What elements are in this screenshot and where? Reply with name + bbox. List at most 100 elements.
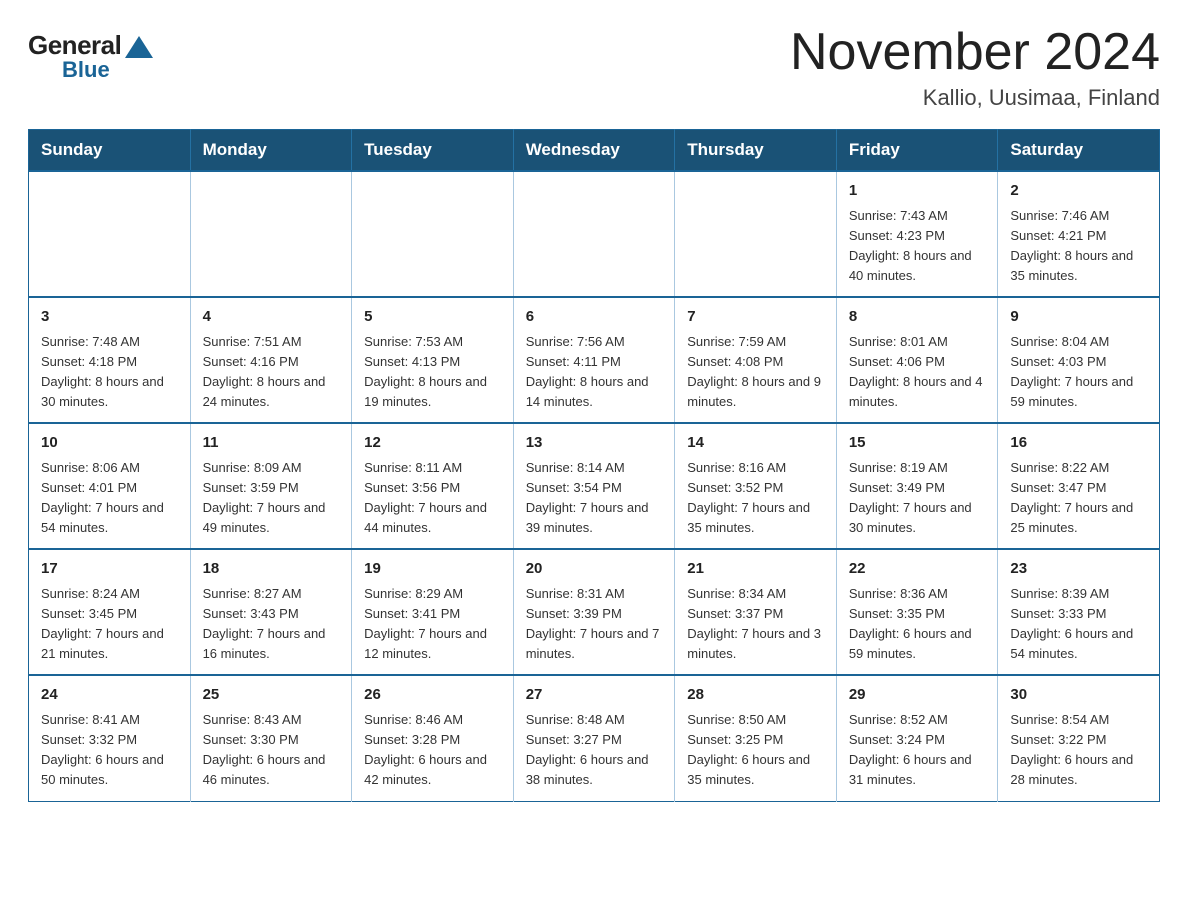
day-number: 13 — [526, 432, 665, 455]
day-info: Sunrise: 7:53 AMSunset: 4:13 PMDaylight:… — [364, 332, 503, 413]
logo: General Blue — [28, 30, 153, 83]
day-info: Sunrise: 7:59 AMSunset: 4:08 PMDaylight:… — [687, 332, 826, 413]
day-info: Sunrise: 8:43 AMSunset: 3:30 PMDaylight:… — [203, 710, 342, 791]
day-info: Sunrise: 7:48 AMSunset: 4:18 PMDaylight:… — [41, 332, 180, 413]
day-info: Sunrise: 8:36 AMSunset: 3:35 PMDaylight:… — [849, 584, 988, 665]
day-info: Sunrise: 8:16 AMSunset: 3:52 PMDaylight:… — [687, 458, 826, 539]
calendar-cell: 6 Sunrise: 7:56 AMSunset: 4:11 PMDaylight… — [513, 297, 675, 423]
day-info: Sunrise: 8:24 AMSunset: 3:45 PMDaylight:… — [41, 584, 180, 665]
calendar-week-row: 1 Sunrise: 7:43 AMSunset: 4:23 PMDaylight… — [29, 171, 1160, 297]
calendar-cell: 30 Sunrise: 8:54 AMSunset: 3:22 PMDayligh… — [998, 675, 1160, 801]
day-info: Sunrise: 8:01 AMSunset: 4:06 PMDaylight:… — [849, 332, 988, 413]
day-number: 22 — [849, 558, 988, 581]
day-info: Sunrise: 8:22 AMSunset: 3:47 PMDaylight:… — [1010, 458, 1149, 539]
calendar-cell: 14 Sunrise: 8:16 AMSunset: 3:52 PMDayligh… — [675, 423, 837, 549]
day-info: Sunrise: 8:27 AMSunset: 3:43 PMDaylight:… — [203, 584, 342, 665]
day-info: Sunrise: 7:56 AMSunset: 4:11 PMDaylight:… — [526, 332, 665, 413]
day-info: Sunrise: 8:31 AMSunset: 3:39 PMDaylight:… — [526, 584, 665, 665]
day-number: 29 — [849, 684, 988, 707]
calendar-cell: 20 Sunrise: 8:31 AMSunset: 3:39 PMDayligh… — [513, 549, 675, 675]
day-number: 14 — [687, 432, 826, 455]
day-info: Sunrise: 8:29 AMSunset: 3:41 PMDaylight:… — [364, 584, 503, 665]
calendar-cell: 15 Sunrise: 8:19 AMSunset: 3:49 PMDayligh… — [836, 423, 998, 549]
day-number: 1 — [849, 180, 988, 203]
day-info: Sunrise: 8:41 AMSunset: 3:32 PMDaylight:… — [41, 710, 180, 791]
calendar-cell: 12Sunrise: 8:11 AMSunset: 3:56 PMDayligh… — [352, 423, 514, 549]
calendar-table: SundayMondayTuesdayWednesdayThursdayFrid… — [28, 129, 1160, 801]
calendar-cell: 3 Sunrise: 7:48 AMSunset: 4:18 PMDaylight… — [29, 297, 191, 423]
weekday-header-tuesday: Tuesday — [352, 130, 514, 172]
calendar-cell: 13 Sunrise: 8:14 AMSunset: 3:54 PMDayligh… — [513, 423, 675, 549]
weekday-header-thursday: Thursday — [675, 130, 837, 172]
day-number: 2 — [1010, 180, 1149, 203]
calendar-cell: 11Sunrise: 8:09 AMSunset: 3:59 PMDayligh… — [190, 423, 352, 549]
calendar-cell: 22 Sunrise: 8:36 AMSunset: 3:35 PMDayligh… — [836, 549, 998, 675]
day-number: 26 — [364, 684, 503, 707]
day-number: 30 — [1010, 684, 1149, 707]
day-number: 15 — [849, 432, 988, 455]
day-number: 10 — [41, 432, 180, 455]
calendar-cell: 28 Sunrise: 8:50 AMSunset: 3:25 PMDayligh… — [675, 675, 837, 801]
calendar-cell: 25 Sunrise: 8:43 AMSunset: 3:30 PMDayligh… — [190, 675, 352, 801]
calendar-cell: 24 Sunrise: 8:41 AMSunset: 3:32 PMDayligh… — [29, 675, 191, 801]
day-info: Sunrise: 8:06 AMSunset: 4:01 PMDaylight:… — [41, 458, 180, 539]
day-number: 27 — [526, 684, 665, 707]
logo-triangle-icon — [125, 36, 153, 58]
calendar-cell: 9Sunrise: 8:04 AMSunset: 4:03 PMDaylight… — [998, 297, 1160, 423]
weekday-header-saturday: Saturday — [998, 130, 1160, 172]
day-info: Sunrise: 8:14 AMSunset: 3:54 PMDaylight:… — [526, 458, 665, 539]
day-number: 25 — [203, 684, 342, 707]
day-info: Sunrise: 8:50 AMSunset: 3:25 PMDaylight:… — [687, 710, 826, 791]
calendar-cell — [352, 171, 514, 297]
month-title: November 2024 — [790, 24, 1160, 81]
title-block: November 2024 Kallio, Uusimaa, Finland — [790, 24, 1160, 111]
calendar-week-row: 24 Sunrise: 8:41 AMSunset: 3:32 PMDayligh… — [29, 675, 1160, 801]
day-number: 23 — [1010, 558, 1149, 581]
calendar-cell: 16 Sunrise: 8:22 AMSunset: 3:47 PMDayligh… — [998, 423, 1160, 549]
day-info: Sunrise: 7:46 AMSunset: 4:21 PMDaylight:… — [1010, 206, 1149, 287]
day-number: 12 — [364, 432, 503, 455]
day-number: 3 — [41, 306, 180, 329]
calendar-header-row: SundayMondayTuesdayWednesdayThursdayFrid… — [29, 130, 1160, 172]
day-number: 4 — [203, 306, 342, 329]
calendar-cell: 8 Sunrise: 8:01 AMSunset: 4:06 PMDaylight… — [836, 297, 998, 423]
calendar-cell: 26 Sunrise: 8:46 AMSunset: 3:28 PMDayligh… — [352, 675, 514, 801]
day-number: 21 — [687, 558, 826, 581]
calendar-cell: 5Sunrise: 7:53 AMSunset: 4:13 PMDaylight… — [352, 297, 514, 423]
calendar-week-row: 10 Sunrise: 8:06 AMSunset: 4:01 PMDayligh… — [29, 423, 1160, 549]
page-header: General Blue November 2024 Kallio, Uusim… — [28, 24, 1160, 111]
weekday-header-monday: Monday — [190, 130, 352, 172]
day-number: 11 — [203, 432, 342, 455]
day-info: Sunrise: 8:52 AMSunset: 3:24 PMDaylight:… — [849, 710, 988, 791]
day-number: 6 — [526, 306, 665, 329]
day-info: Sunrise: 8:54 AMSunset: 3:22 PMDaylight:… — [1010, 710, 1149, 791]
calendar-week-row: 3 Sunrise: 7:48 AMSunset: 4:18 PMDaylight… — [29, 297, 1160, 423]
day-number: 19 — [364, 558, 503, 581]
day-number: 7 — [687, 306, 826, 329]
day-info: Sunrise: 7:43 AMSunset: 4:23 PMDaylight:… — [849, 206, 988, 287]
calendar-cell — [675, 171, 837, 297]
day-number: 8 — [849, 306, 988, 329]
calendar-week-row: 17Sunrise: 8:24 AMSunset: 3:45 PMDayligh… — [29, 549, 1160, 675]
calendar-cell: 4Sunrise: 7:51 AMSunset: 4:16 PMDaylight… — [190, 297, 352, 423]
day-number: 16 — [1010, 432, 1149, 455]
calendar-cell: 19 Sunrise: 8:29 AMSunset: 3:41 PMDayligh… — [352, 549, 514, 675]
calendar-cell: 27 Sunrise: 8:48 AMSunset: 3:27 PMDayligh… — [513, 675, 675, 801]
day-info: Sunrise: 8:46 AMSunset: 3:28 PMDaylight:… — [364, 710, 503, 791]
calendar-cell: 17Sunrise: 8:24 AMSunset: 3:45 PMDayligh… — [29, 549, 191, 675]
calendar-cell: 23Sunrise: 8:39 AMSunset: 3:33 PMDayligh… — [998, 549, 1160, 675]
day-number: 20 — [526, 558, 665, 581]
calendar-cell — [513, 171, 675, 297]
day-info: Sunrise: 8:34 AMSunset: 3:37 PMDaylight:… — [687, 584, 826, 665]
calendar-cell: 21 Sunrise: 8:34 AMSunset: 3:37 PMDayligh… — [675, 549, 837, 675]
calendar-cell: 1 Sunrise: 7:43 AMSunset: 4:23 PMDaylight… — [836, 171, 998, 297]
day-info: Sunrise: 8:48 AMSunset: 3:27 PMDaylight:… — [526, 710, 665, 791]
weekday-header-sunday: Sunday — [29, 130, 191, 172]
day-info: Sunrise: 8:19 AMSunset: 3:49 PMDaylight:… — [849, 458, 988, 539]
weekday-header-friday: Friday — [836, 130, 998, 172]
day-number: 28 — [687, 684, 826, 707]
calendar-cell — [29, 171, 191, 297]
weekday-header-wednesday: Wednesday — [513, 130, 675, 172]
day-number: 24 — [41, 684, 180, 707]
calendar-cell: 7 Sunrise: 7:59 AMSunset: 4:08 PMDaylight… — [675, 297, 837, 423]
